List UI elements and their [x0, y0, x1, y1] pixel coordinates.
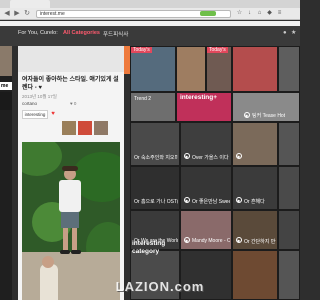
- play-icon[interactable]: ▶: [184, 197, 190, 203]
- tile-title: 팅커 Tease Hot: [252, 113, 286, 119]
- post-title[interactable]: 여자들이 좋아하는 스타일. 얘기있게 설렌다 - ♥: [22, 76, 120, 92]
- extension-icon[interactable]: ◆: [266, 10, 273, 17]
- heart-icon[interactable]: ♥: [48, 110, 58, 119]
- watermark-text: LAZION.com: [115, 279, 205, 294]
- star-bookmark-icon[interactable]: ☆: [236, 10, 243, 17]
- today-badge: Today's: [131, 47, 152, 53]
- download-icon[interactable]: ↓: [246, 10, 253, 17]
- nav-all-categories[interactable]: All Categories: [63, 30, 100, 36]
- menu-icon[interactable]: ≡: [276, 10, 283, 17]
- tile-title: Or 홈으로 가나 OST(Pumpkin): [134, 199, 178, 205]
- nav-greeting: For You, Curelo:: [18, 30, 58, 36]
- post-author[interactable]: cortano: [22, 101, 37, 106]
- grid-tile[interactable]: [278, 210, 300, 250]
- mini-thumbnail[interactable]: [94, 121, 108, 135]
- grid-tile[interactable]: [232, 122, 278, 166]
- play-icon[interactable]: ▶: [236, 153, 242, 159]
- post-photo[interactable]: [22, 142, 120, 300]
- grid-tile[interactable]: [278, 166, 300, 210]
- interesting-tag[interactable]: interesting: [22, 110, 48, 119]
- interesting-plus-label: interesting+: [180, 94, 218, 101]
- tile-title: Or 좋은만남 Sweet Dream: [192, 199, 230, 205]
- star-icon[interactable]: ★: [291, 30, 297, 36]
- post-card-header: [18, 46, 124, 72]
- play-icon[interactable]: ▶: [236, 237, 242, 243]
- play-icon[interactable]: ▶: [184, 237, 190, 243]
- interesting-category-label: interesting category: [132, 240, 166, 255]
- tile-title: Or 간단하지 만들기: [244, 239, 276, 245]
- grid-tile[interactable]: [232, 46, 278, 92]
- tile-title: Mandy Moore - Only Hope: [192, 238, 230, 244]
- grid-tile[interactable]: [278, 250, 300, 300]
- grid-tile[interactable]: [180, 210, 232, 250]
- left-thumbnail-2[interactable]: [0, 92, 12, 110]
- play-icon[interactable]: ▶: [244, 112, 250, 118]
- mini-thumbnail[interactable]: [78, 121, 92, 135]
- left-thumbnail[interactable]: [0, 46, 12, 76]
- nav-tab-food[interactable]: 푸드피식사: [103, 30, 128, 38]
- grid-tile[interactable]: [278, 122, 300, 166]
- back-arrow-icon[interactable]: ◀: [3, 10, 11, 18]
- grid-tile[interactable]: [278, 46, 300, 92]
- site-nav: [0, 26, 300, 46]
- grid-tile[interactable]: [176, 46, 206, 92]
- play-icon[interactable]: ▶: [236, 197, 242, 203]
- forward-arrow-icon[interactable]: ▶: [13, 10, 21, 18]
- security-indicator: [200, 11, 216, 16]
- tile-title: Over 가을스 이다: [192, 155, 229, 161]
- tile-title: Or 흔해다: [244, 199, 265, 205]
- trend-label: Trend 2: [134, 96, 152, 102]
- left-thumbnail-label: me: [0, 82, 12, 90]
- play-icon[interactable]: ▶: [184, 153, 190, 159]
- bell-icon[interactable]: ●: [283, 30, 289, 36]
- post-date: 2013년 10월 17일: [22, 94, 57, 99]
- today-badge: Today's: [207, 47, 228, 53]
- browser-tab[interactable]: [10, 0, 50, 8]
- reload-icon[interactable]: ↻: [23, 10, 31, 18]
- home-icon[interactable]: ⌂: [256, 10, 263, 17]
- post-like-count: ♥ 0: [70, 101, 77, 106]
- mini-thumbnail[interactable]: [62, 121, 76, 135]
- tile-title: Or 숙소주인와 지오미가 본문: [134, 155, 178, 161]
